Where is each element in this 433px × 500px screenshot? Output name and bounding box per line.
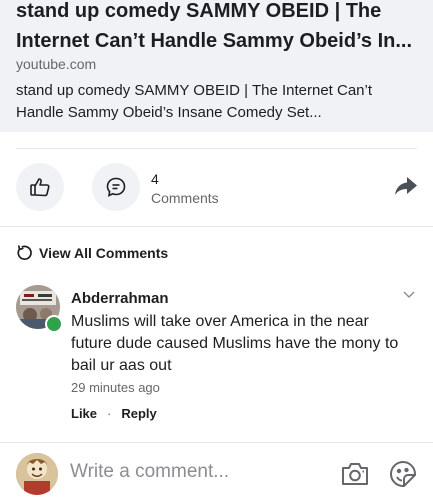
comment-like-link[interactable]: Like [71, 406, 97, 421]
like-button[interactable] [16, 163, 64, 211]
comment-timestamp: 29 minutes ago [71, 380, 160, 395]
share-arrow-icon [395, 177, 417, 195]
link-preview-description: stand up comedy SAMMY OBEID | The Intern… [16, 80, 416, 124]
avatar-image [16, 453, 58, 495]
link-title-line-2: Internet Can’t Handle Sammy Obeid’s In..… [16, 30, 413, 52]
comment-bubble-icon [106, 177, 126, 197]
link-preview-card[interactable]: stand up comedy SAMMY OBEID | The Intern… [0, 0, 433, 132]
avatar[interactable] [16, 453, 58, 495]
comment-text-line: bail ur aas out [71, 357, 172, 374]
comment-actions: Like · Reply [71, 406, 157, 421]
online-status-indicator [45, 315, 63, 333]
comment-text: Muslims will take over America in the ne… [71, 311, 426, 377]
comment-count-number: 4 [151, 171, 159, 187]
camera-button[interactable] [341, 461, 369, 487]
refresh-icon [17, 245, 32, 261]
link-preview-title[interactable]: stand up comedy SAMMY OBEID | The Intern… [16, 0, 426, 56]
divider [0, 226, 433, 227]
separator-dot: · [107, 406, 112, 421]
comment-input[interactable] [70, 461, 330, 483]
comment-composer [16, 451, 421, 497]
thumbs-up-icon [30, 178, 50, 197]
divider [0, 442, 433, 443]
share-button[interactable] [393, 174, 419, 198]
comment-reply-link[interactable]: Reply [121, 406, 156, 421]
camera-icon [342, 463, 368, 485]
comment-count-label: Comments [151, 190, 219, 206]
link-preview-domain: youtube.com [16, 56, 97, 72]
sticker-icon [390, 461, 416, 487]
comment-author-name[interactable]: Abderrahman [71, 290, 169, 307]
view-all-comments-label: View All Comments [39, 244, 169, 261]
comment-button[interactable] [92, 163, 140, 211]
view-all-comments-button[interactable]: View All Comments [16, 244, 168, 261]
sticker-button[interactable] [389, 460, 417, 488]
divider [16, 148, 417, 149]
comment-text-line: future dude caused Muslims have the mony… [71, 335, 399, 352]
chevron-down-icon[interactable] [402, 287, 416, 301]
link-desc-line-1: stand up comedy SAMMY OBEID | The Intern… [16, 82, 373, 99]
comment-text-line: Muslims will take over America in the ne… [71, 313, 369, 330]
comment-count[interactable]: 4 Comments [151, 170, 219, 208]
link-desc-line-2: Handle Sammy Obeid’s Insane Comedy Set..… [16, 104, 322, 121]
link-title-line-1: stand up comedy SAMMY OBEID | The [16, 0, 382, 22]
